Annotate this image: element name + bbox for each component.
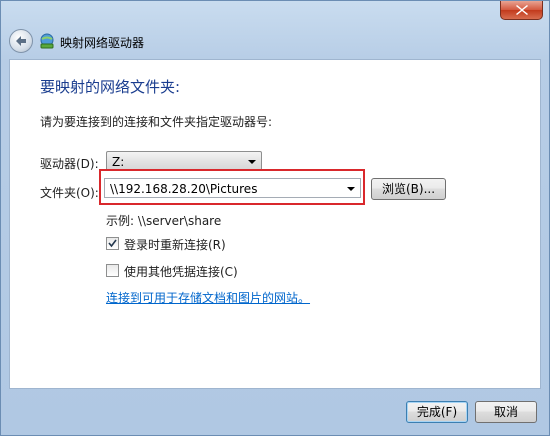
drive-label: 驱动器(D): xyxy=(40,157,99,171)
other-credentials-label: 使用其他凭据连接(C) xyxy=(124,265,238,279)
chevron-down-icon xyxy=(248,160,256,164)
browse-button[interactable]: 浏览(B)... xyxy=(371,178,446,200)
dialog-content: 要映射的网络文件夹: 请为要连接到的连接和文件夹指定驱动器号: 驱动器(D): … xyxy=(9,59,541,389)
reconnect-label: 登录时重新连接(R) xyxy=(124,238,226,252)
back-arrow-icon xyxy=(16,36,26,46)
dialog-heading: 要映射的网络文件夹: xyxy=(40,78,181,96)
drive-select-value: Z: xyxy=(112,155,125,169)
close-button[interactable] xyxy=(500,1,543,20)
checkmark-icon xyxy=(108,239,117,248)
dialog-footer: 完成(F) 取消 xyxy=(9,389,541,429)
back-button[interactable] xyxy=(9,29,33,53)
title-bar: 映射网络驱动器 xyxy=(9,29,409,55)
storage-website-link[interactable]: 连接到可用于存储文档和图片的网站。 xyxy=(106,289,310,306)
finish-button[interactable]: 完成(F) xyxy=(406,401,468,423)
network-drive-icon xyxy=(40,33,54,49)
cancel-button[interactable]: 取消 xyxy=(475,401,537,423)
instruction-text: 请为要连接到的连接和文件夹指定驱动器号: xyxy=(40,115,273,129)
reconnect-checkbox[interactable] xyxy=(106,237,119,250)
map-network-drive-window: 映射网络驱动器 要映射的网络文件夹: 请为要连接到的连接和文件夹指定驱动器号: … xyxy=(0,0,550,436)
drive-select[interactable]: Z: xyxy=(106,151,262,171)
window-title: 映射网络驱动器 xyxy=(60,36,145,50)
folder-label: 文件夹(O): xyxy=(40,186,99,200)
close-icon xyxy=(516,5,528,15)
other-credentials-checkbox[interactable] xyxy=(106,264,119,277)
highlight-box xyxy=(99,169,365,205)
example-text: 示例: \\server\share xyxy=(106,214,222,228)
